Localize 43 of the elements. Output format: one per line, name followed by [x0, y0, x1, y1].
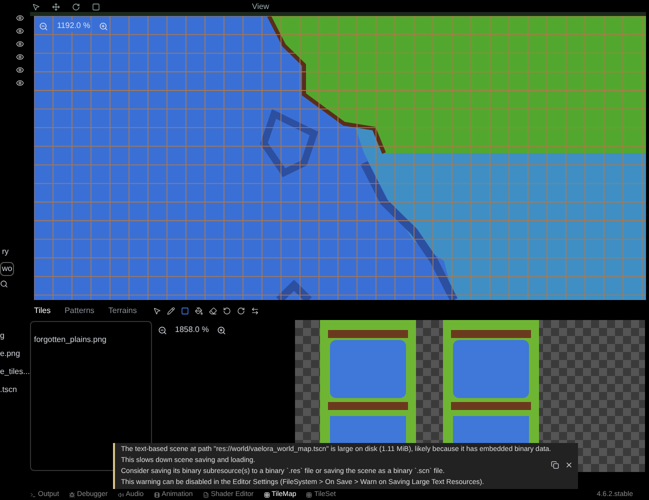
- search-icon[interactable]: [0, 280, 8, 288]
- panel-tab[interactable]: Terrains: [108, 305, 137, 317]
- visibility-icon[interactable]: [16, 40, 24, 48]
- select-icon[interactable]: [152, 307, 161, 315]
- move-icon[interactable]: [52, 3, 60, 11]
- grid-icon: [306, 492, 312, 498]
- speaker-icon: [118, 492, 124, 498]
- eraser-icon[interactable]: [208, 307, 217, 315]
- panel-tab[interactable]: Tiles: [34, 305, 51, 317]
- zoom-out-icon[interactable]: [158, 326, 167, 334]
- rotate-right-icon[interactable]: [236, 307, 245, 315]
- pencil-icon[interactable]: [166, 307, 175, 315]
- filter-field[interactable]: wo: [0, 262, 14, 276]
- grid-icon: [264, 492, 270, 498]
- rotate-icon[interactable]: [72, 3, 80, 11]
- visibility-icon[interactable]: [16, 66, 24, 74]
- zoom-in-icon[interactable]: [216, 326, 226, 334]
- zoom-level[interactable]: 1192.0 %: [56, 20, 92, 32]
- atlas-zoom-level: 1858.0 %: [175, 324, 209, 336]
- view-menu[interactable]: View: [252, 1, 270, 13]
- panel-tab[interactable]: Patterns: [64, 305, 94, 317]
- file-code-icon: [202, 492, 209, 498]
- source-item[interactable]: forgotten_plains.png: [34, 334, 151, 346]
- frame-icon[interactable]: [92, 3, 100, 11]
- rectangle-icon[interactable]: [180, 307, 189, 315]
- file-name[interactable]: e_tiles...: [0, 366, 30, 378]
- rotate-left-icon[interactable]: [222, 307, 231, 315]
- file-name[interactable]: .tscn: [0, 384, 30, 396]
- film-icon: [154, 492, 160, 498]
- dock-label: ry: [1, 246, 10, 258]
- copy-icon[interactable]: [551, 461, 560, 469]
- visibility-icon[interactable]: [16, 27, 24, 35]
- select-icon[interactable]: [32, 3, 40, 11]
- flip-icon[interactable]: [250, 307, 259, 315]
- bug-icon: [69, 492, 76, 498]
- visibility-icon[interactable]: [16, 79, 24, 87]
- file-name[interactable]: e.png: [0, 348, 30, 360]
- file-name[interactable]: g: [0, 330, 30, 342]
- close-icon[interactable]: [565, 461, 574, 469]
- visibility-icon[interactable]: [16, 53, 24, 61]
- visibility-icon[interactable]: [16, 14, 24, 22]
- terminal-icon: [30, 492, 36, 498]
- bucket-icon[interactable]: [194, 307, 203, 315]
